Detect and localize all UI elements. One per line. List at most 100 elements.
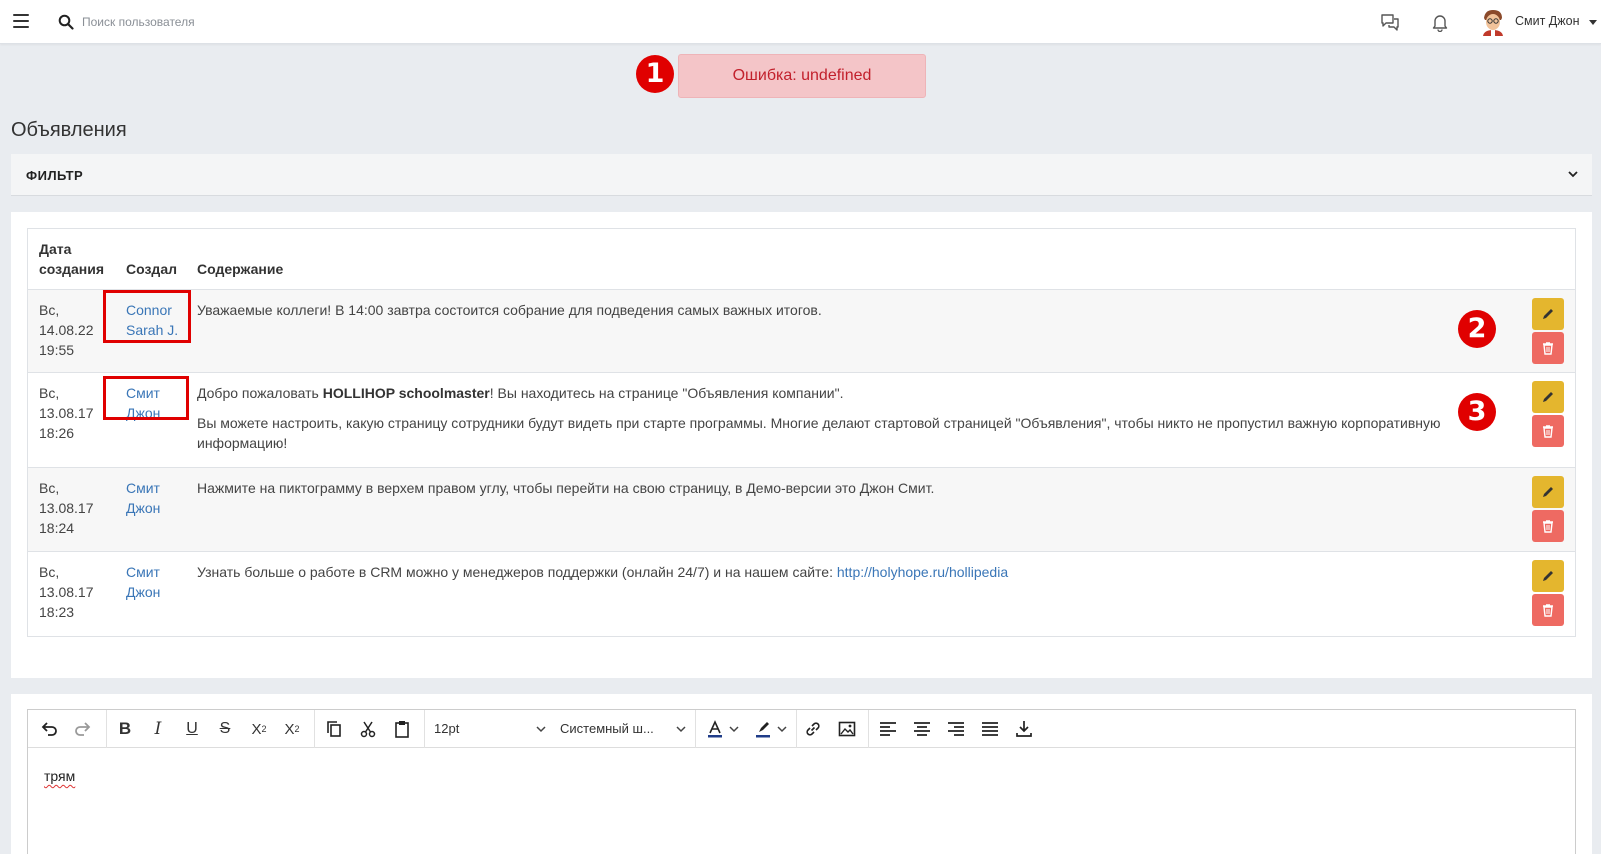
edit-button[interactable] xyxy=(1532,560,1564,592)
author-second: Джон xyxy=(126,584,161,600)
download-icon xyxy=(1016,721,1032,737)
user-menu-caret-icon[interactable] xyxy=(1589,20,1597,25)
date-day: Вс, xyxy=(39,480,60,496)
column-header-content: Содержание xyxy=(197,261,284,277)
text-color-button[interactable] xyxy=(702,716,728,742)
author-first: Смит xyxy=(126,480,160,496)
editor-content[interactable]: трям xyxy=(44,768,75,784)
cut-button[interactable] xyxy=(355,716,381,742)
delete-button[interactable] xyxy=(1532,415,1564,447)
annotation-highlight-box xyxy=(103,376,189,420)
underline-button[interactable]: U xyxy=(179,716,205,742)
italic-button[interactable]: I xyxy=(145,716,171,742)
edit-button[interactable] xyxy=(1532,381,1564,413)
delete-button[interactable] xyxy=(1532,510,1564,542)
bold-button[interactable]: B xyxy=(112,716,138,742)
menu-icon[interactable] xyxy=(13,14,29,28)
content-paragraph: Вы можете настроить, какую страницу сотр… xyxy=(197,415,1441,451)
editor-card: B I U S X2 X2 12pt Системный ш... трям xyxy=(11,694,1592,854)
link-icon xyxy=(806,722,820,736)
redo-button[interactable] xyxy=(70,716,96,742)
hollipedia-link[interactable]: http://holyhope.ru/hollipedia xyxy=(837,564,1008,580)
table-row: Вс, 14.08.22 19:55 Connor Sarah J. Уважаемы… xyxy=(28,290,1575,373)
annotation-marker-3: 3 xyxy=(1458,393,1496,431)
announcements-card: Дата создания Создал Содержание Вс, 14.08.… xyxy=(11,212,1592,678)
content-paragraph: Узнать больше о работе в CRM можно у мен… xyxy=(197,562,1447,582)
copy-button[interactable] xyxy=(321,716,347,742)
row-content: Добро пожаловать HOLLIHOP schoolmaster! … xyxy=(197,383,1447,453)
content-text: ! Вы находитесь на странице "Объявления … xyxy=(489,385,844,401)
chevron-down-icon xyxy=(1568,171,1578,178)
search-input[interactable] xyxy=(82,11,382,33)
date-value: 13.08.17 xyxy=(39,405,94,421)
trash-icon xyxy=(1543,520,1553,533)
insert-image-button[interactable] xyxy=(834,716,860,742)
row-date: Вс, 13.08.17 18:24 xyxy=(39,478,109,538)
align-justify-icon xyxy=(982,722,998,736)
search-icon[interactable] xyxy=(58,14,74,30)
annotation-marker-2: 2 xyxy=(1458,310,1496,348)
chevron-down-icon xyxy=(536,726,546,733)
content-bold: HOLLIHOP schoolmaster xyxy=(322,385,490,401)
align-center-icon xyxy=(914,722,930,736)
column-header-author: Создал xyxy=(126,261,178,277)
chat-icon[interactable] xyxy=(1380,12,1400,32)
header-date-line2: создания xyxy=(39,261,105,277)
avatar[interactable] xyxy=(1480,8,1506,36)
date-time: 18:26 xyxy=(39,425,75,441)
align-justify-button[interactable] xyxy=(977,716,1003,742)
author-first: Смит xyxy=(126,564,160,580)
text-color-dropdown[interactable] xyxy=(726,716,742,742)
insert-link-button[interactable] xyxy=(800,716,826,742)
trash-icon xyxy=(1543,425,1553,438)
align-right-button[interactable] xyxy=(943,716,969,742)
editor-toolbar: B I U S X2 X2 12pt Системный ш... xyxy=(28,710,1575,748)
date-value: 14.08.22 xyxy=(39,322,94,338)
author-link[interactable]: Смит Джон xyxy=(126,562,196,602)
page-title: Объявления xyxy=(11,119,127,141)
download-button[interactable] xyxy=(1011,716,1037,742)
undo-icon xyxy=(41,722,57,736)
row-content: Узнать больше о работе в CRM можно у мен… xyxy=(197,562,1447,582)
row-content: Уважаемые коллеги! В 14:00 завтра состои… xyxy=(197,300,1447,320)
font-size-select[interactable]: 12pt xyxy=(434,716,546,742)
column-header-date: Дата создания xyxy=(39,239,104,279)
chevron-down-icon xyxy=(729,726,739,733)
content-paragraph: Добро пожаловать HOLLIHOP schoolmaster! … xyxy=(197,383,1447,403)
copy-icon xyxy=(327,721,341,737)
table-row: Вс, 13.08.17 18:24 Смит Джон Нажмите на пик… xyxy=(28,468,1575,552)
toolbar-separator xyxy=(796,710,797,748)
content-paragraph: Уважаемые коллеги! В 14:00 завтра состои… xyxy=(197,302,822,318)
align-left-icon xyxy=(880,722,896,736)
content-text: Добро пожаловать xyxy=(197,385,323,401)
font-size-value: 12pt xyxy=(434,721,460,736)
align-center-button[interactable] xyxy=(909,716,935,742)
undo-button[interactable] xyxy=(36,716,62,742)
highlighter-icon xyxy=(756,722,770,738)
rich-text-editor: B I U S X2 X2 12pt Системный ш... трям xyxy=(27,709,1576,854)
delete-button[interactable] xyxy=(1532,332,1564,364)
font-family-value: Системный ш... xyxy=(560,721,654,736)
highlight-color-dropdown[interactable] xyxy=(774,716,790,742)
subscript-button[interactable]: X2 xyxy=(279,716,305,742)
superscript-button[interactable]: X2 xyxy=(246,716,272,742)
user-name[interactable]: Смит Джон xyxy=(1515,14,1579,28)
edit-button[interactable] xyxy=(1532,476,1564,508)
delete-button[interactable] xyxy=(1532,594,1564,626)
bell-icon[interactable] xyxy=(1431,12,1449,32)
author-link[interactable]: Смит Джон xyxy=(126,478,196,518)
filter-panel-toggle[interactable]: ФИЛЬТР xyxy=(11,154,1592,196)
error-alert: Ошибка: undefined xyxy=(678,54,926,98)
toolbar-separator xyxy=(424,710,425,748)
paste-button[interactable] xyxy=(389,716,415,742)
date-day: Вс, xyxy=(39,564,60,580)
edit-button[interactable] xyxy=(1532,298,1564,330)
strikethrough-button[interactable]: S xyxy=(212,716,238,742)
date-time: 18:23 xyxy=(39,604,75,620)
highlight-color-button[interactable] xyxy=(750,716,776,742)
content-paragraph: Нажмите на пиктограмму в верхем правом у… xyxy=(197,480,935,496)
pencil-icon xyxy=(1543,487,1553,497)
align-left-button[interactable] xyxy=(875,716,901,742)
date-time: 18:24 xyxy=(39,520,75,536)
font-family-select[interactable]: Системный ш... xyxy=(560,716,686,742)
